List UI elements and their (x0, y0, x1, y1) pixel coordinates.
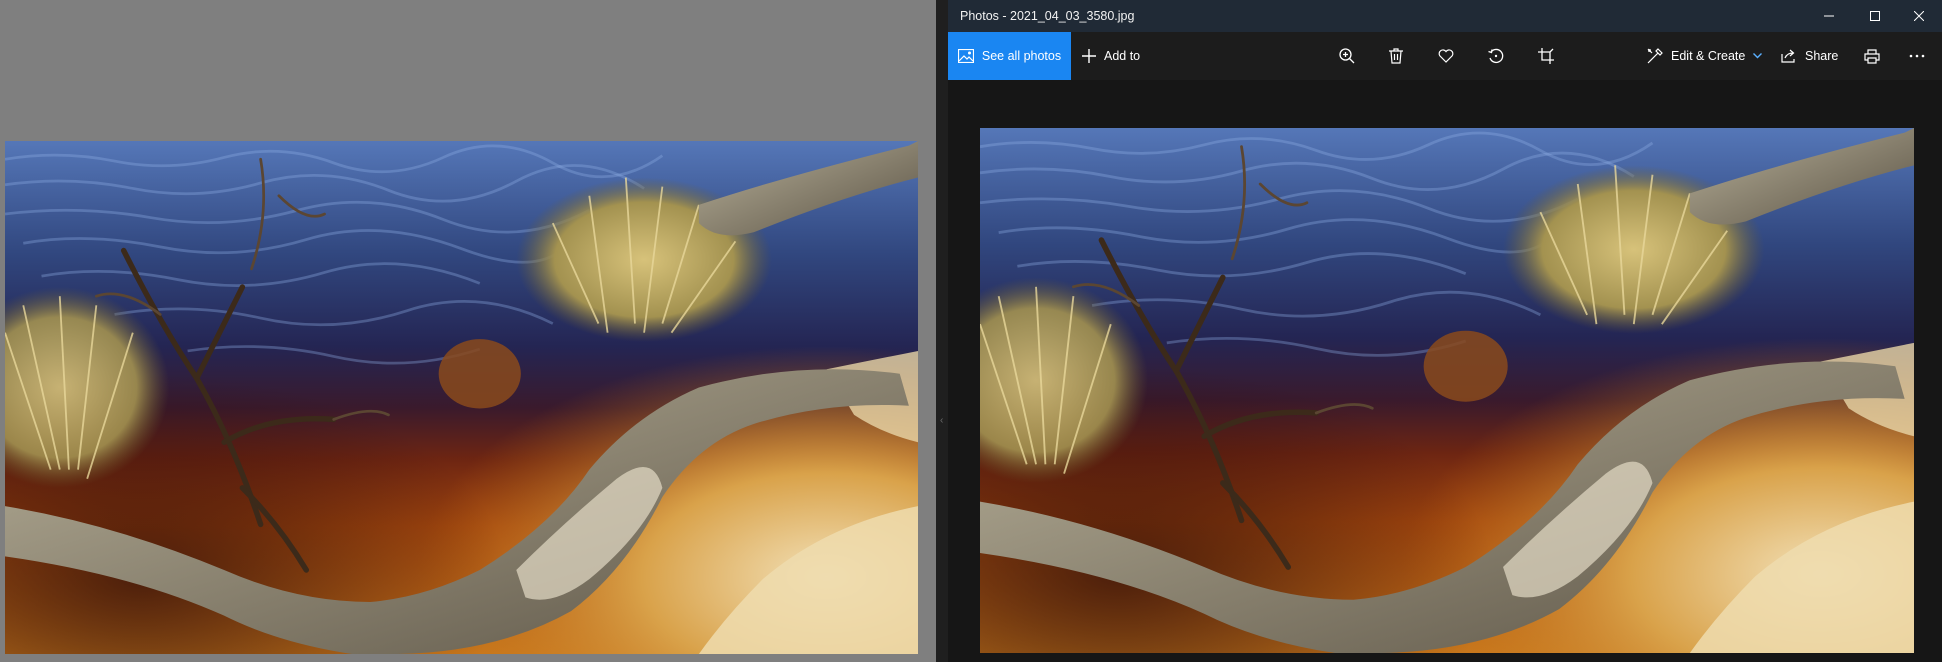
zoom-button[interactable] (1339, 32, 1355, 80)
plus-icon (1082, 49, 1096, 63)
close-icon (1914, 11, 1924, 21)
print-icon (1864, 48, 1880, 64)
share-button[interactable]: Share (1781, 32, 1838, 80)
pane-splitter[interactable]: ‹ (936, 0, 948, 662)
add-to-label: Add to (1104, 49, 1141, 63)
crop-icon (1538, 48, 1554, 64)
window-title: Photos - 2021_04_03_3580.jpg (960, 9, 1135, 23)
favorite-button[interactable] (1438, 32, 1454, 80)
edit-create-icon (1647, 48, 1663, 64)
photos-app-window: Photos - 2021_04_03_3580.jpg See all pho… (948, 0, 1942, 662)
photos-icon (957, 49, 974, 63)
more-options-button[interactable] (1909, 32, 1925, 80)
rotate-button[interactable] (1488, 32, 1504, 80)
splitter-grip-icon[interactable]: ‹ (940, 413, 943, 429)
more-icon (1909, 54, 1925, 58)
maximize-button[interactable] (1852, 0, 1898, 32)
edit-create-button[interactable]: Edit & Create (1647, 32, 1763, 80)
left-photo-preview (5, 141, 918, 654)
photo-viewer-canvas (948, 80, 1942, 662)
favorite-icon (1438, 49, 1454, 63)
maximize-icon (1870, 11, 1880, 21)
delete-button[interactable] (1389, 32, 1403, 80)
chevron-down-icon (1753, 53, 1763, 59)
add-to-button[interactable]: Add to (1082, 32, 1140, 80)
photo-display[interactable] (980, 128, 1914, 653)
see-all-photos-label: See all photos (981, 49, 1062, 63)
see-all-photos-button[interactable]: See all photos (948, 32, 1071, 80)
print-button[interactable] (1864, 32, 1880, 80)
zoom-in-icon (1339, 48, 1355, 64)
title-bar: Photos - 2021_04_03_3580.jpg (948, 0, 1942, 32)
edit-create-label: Edit & Create (1671, 49, 1746, 63)
minimize-icon (1824, 15, 1834, 17)
delete-icon (1389, 48, 1403, 64)
crop-button[interactable] (1538, 32, 1554, 80)
share-icon (1781, 49, 1795, 63)
left-preview-pane (0, 0, 936, 662)
rotate-icon (1488, 48, 1504, 64)
close-button[interactable] (1896, 0, 1942, 32)
share-label: Share (1805, 49, 1839, 63)
minimize-button[interactable] (1806, 0, 1852, 32)
toolbar: See all photos Add to Edit & Create Shar… (948, 32, 1942, 80)
